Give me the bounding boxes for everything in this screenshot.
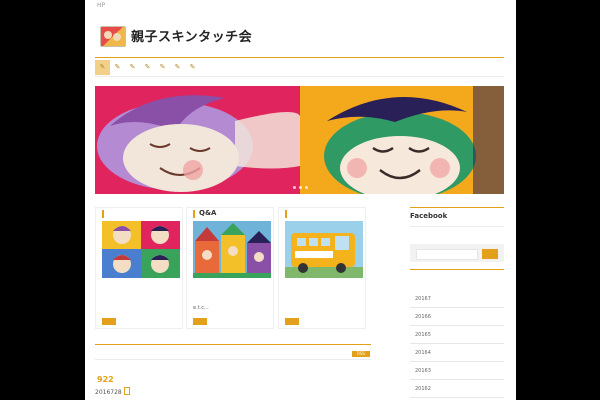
card-image [285,221,363,278]
nav-item-2-icon[interactable]: ✎ [110,60,125,75]
hp-label[interactable]: HP [97,2,105,9]
archive-link[interactable]: 20163 [410,363,504,380]
slider-dot-3[interactable] [305,186,308,189]
hero-slider[interactable] [95,86,504,194]
nav-rule [95,76,504,77]
card-accent-bar [102,210,104,218]
sidebar-rule-2 [410,269,504,270]
post-date: 2016728 [95,387,130,396]
card-accent-bar [193,210,195,218]
archive-link[interactable]: 20166 [410,309,504,326]
card-thumbnail-houses[interactable] [193,221,271,278]
site-logo[interactable] [100,26,126,47]
search-input[interactable] [416,249,478,260]
nav-item-6-icon[interactable]: ✎ [170,60,185,75]
card-more-button[interactable] [285,318,299,325]
slider-dots [293,186,308,189]
main-nav: ✎ ✎ ✎ ✎ ✎ ✎ ✎ [95,60,200,75]
nav-item-7-icon[interactable]: ✎ [185,60,200,75]
rss-button[interactable]: RSS [352,351,370,357]
slider-dot-2[interactable] [299,186,302,189]
card-text: e.t.c... [193,305,209,311]
card-thumbnail-faces[interactable] [102,221,180,278]
card-more-button[interactable] [102,318,116,325]
card-image [102,221,180,278]
slider-dot-1[interactable] [293,186,296,189]
archive-link[interactable]: 20167 [410,291,504,308]
news-rule [95,344,371,345]
page: HP 親子スキンタッチ会 ✎ ✎ ✎ ✎ ✎ ✎ ✎ Q&A e.t.c... … [85,0,516,400]
facebook-widget-title[interactable]: Facebook [410,212,447,220]
post-title[interactable]: 922 [97,375,114,384]
news-rule-bottom [95,359,371,360]
archive-link[interactable]: 20164 [410,345,504,362]
search-button[interactable] [482,249,498,259]
feature-card-2: Q&A e.t.c... [186,207,274,329]
sidebar-rule-top [410,207,504,208]
header-rule [95,57,504,58]
archive-link[interactable]: 20165 [410,327,504,344]
card-accent-bar [285,210,287,218]
archive-link[interactable]: 20162 [410,381,504,398]
hero-illustration [95,86,504,194]
nav-item-3-icon[interactable]: ✎ [125,60,140,75]
site-title[interactable]: 親子スキンタッチ会 [131,26,252,45]
card-thumbnail-bus[interactable] [285,221,363,278]
nav-item-4-icon[interactable]: ✎ [140,60,155,75]
feature-card-3 [278,207,366,329]
post-date-icon [123,387,130,395]
search-widget [410,244,504,262]
feature-card-1 [95,207,183,329]
nav-item-5-icon[interactable]: ✎ [155,60,170,75]
card-more-button[interactable] [193,318,207,325]
card-image [193,221,271,278]
card-title[interactable]: Q&A [199,209,216,217]
sidebar-rule-1 [410,226,504,227]
post-date-text: 2016728 [95,389,122,396]
nav-item-1-icon[interactable]: ✎ [95,60,110,75]
